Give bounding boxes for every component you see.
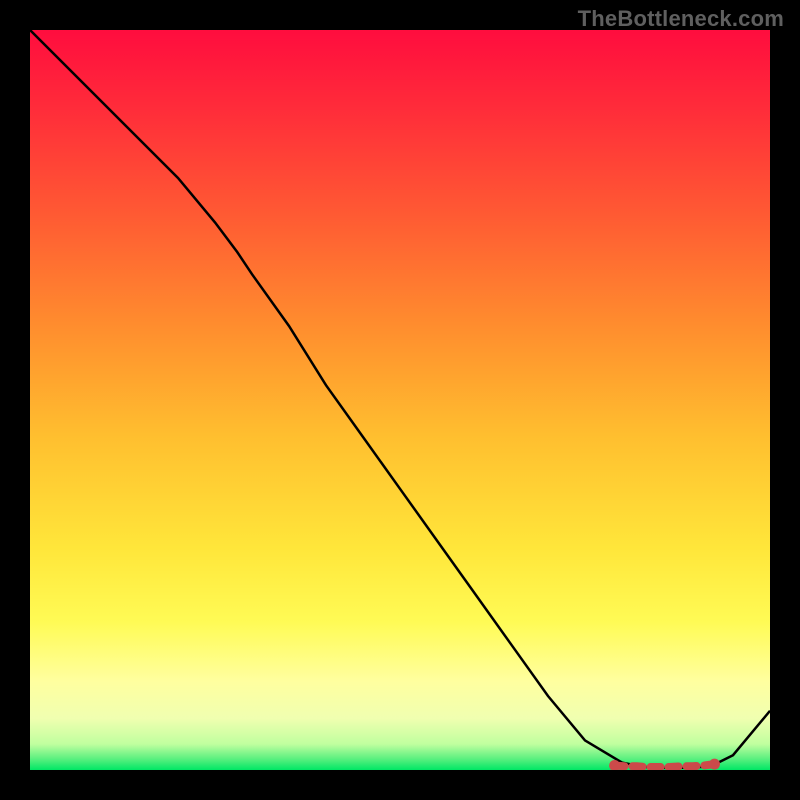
chart-container: TheBottleneck.com [0, 0, 800, 800]
optimal-marker-dot [709, 759, 720, 770]
watermark-text: TheBottleneck.com [578, 6, 784, 32]
chart-svg [30, 30, 770, 770]
